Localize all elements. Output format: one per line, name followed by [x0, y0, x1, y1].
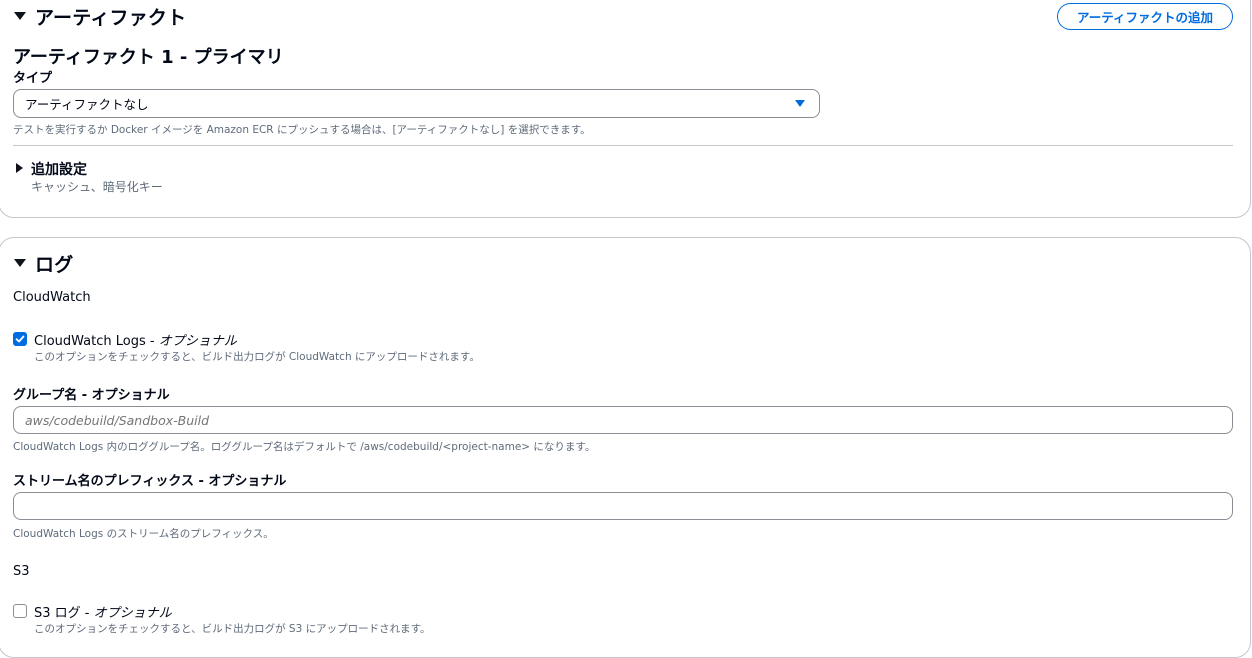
- group-name-description: CloudWatch Logs 内のロググループ名。ロググループ名はデフォルトで…: [13, 441, 596, 453]
- stream-prefix-description: CloudWatch Logs のストリーム名のプレフィックス。: [13, 528, 274, 540]
- stream-prefix-input[interactable]: [13, 492, 1233, 520]
- s3-heading: S3: [13, 564, 30, 579]
- artifact-type-selected: アーティファクトなし: [25, 97, 149, 112]
- type-label: タイプ: [13, 71, 53, 86]
- s3-logs-label-main: S3 ログ -: [34, 606, 94, 621]
- cloudwatch-logs-label-main: CloudWatch Logs -: [34, 334, 159, 349]
- additional-settings-toggle[interactable]: 追加設定: [31, 159, 87, 179]
- cloudwatch-logs-label-optional: オプショナル: [158, 334, 237, 349]
- cloudwatch-logs-description: このオプションをチェックすると、ビルド出力ログが CloudWatch にアップ…: [34, 351, 480, 363]
- s3-logs-label-optional: オプショナル: [93, 606, 172, 621]
- artifacts-section-title: アーティファクト: [35, 7, 187, 29]
- expand-additional-settings-icon[interactable]: [16, 163, 23, 173]
- logs-section-title: ログ: [35, 254, 74, 276]
- cloudwatch-logs-checkbox[interactable]: [13, 332, 27, 346]
- artifact-type-select[interactable]: アーティファクトなし: [13, 89, 820, 118]
- artifact-type-description: テストを実行するか Docker イメージを Amazon ECR にプッシュす…: [13, 124, 591, 136]
- add-artifact-button[interactable]: アーティファクトの追加: [1057, 3, 1233, 30]
- collapse-logs-icon[interactable]: [14, 259, 26, 267]
- s3-logs-checkbox[interactable]: [13, 604, 27, 618]
- check-icon: [15, 335, 25, 343]
- cloudwatch-heading: CloudWatch: [13, 290, 91, 305]
- group-name-label: グループ名 - オプショナル: [13, 388, 170, 403]
- stream-prefix-label: ストリーム名のプレフィックス - オプショナル: [13, 474, 287, 489]
- caret-down-icon: [795, 100, 805, 107]
- additional-settings-description: キャッシュ、暗号化キー: [31, 180, 163, 194]
- s3-logs-label: S3 ログ - オプショナル: [34, 602, 172, 621]
- divider: [13, 145, 1233, 146]
- s3-logs-description: このオプションをチェックすると、ビルド出力ログが S3 にアップロードされます。: [34, 623, 431, 635]
- group-name-input[interactable]: [13, 406, 1233, 434]
- cloudwatch-logs-label: CloudWatch Logs - オプショナル: [34, 330, 237, 349]
- collapse-artifacts-icon[interactable]: [14, 12, 26, 20]
- artifact-title: アーティファクト 1 - プライマリ: [13, 47, 284, 68]
